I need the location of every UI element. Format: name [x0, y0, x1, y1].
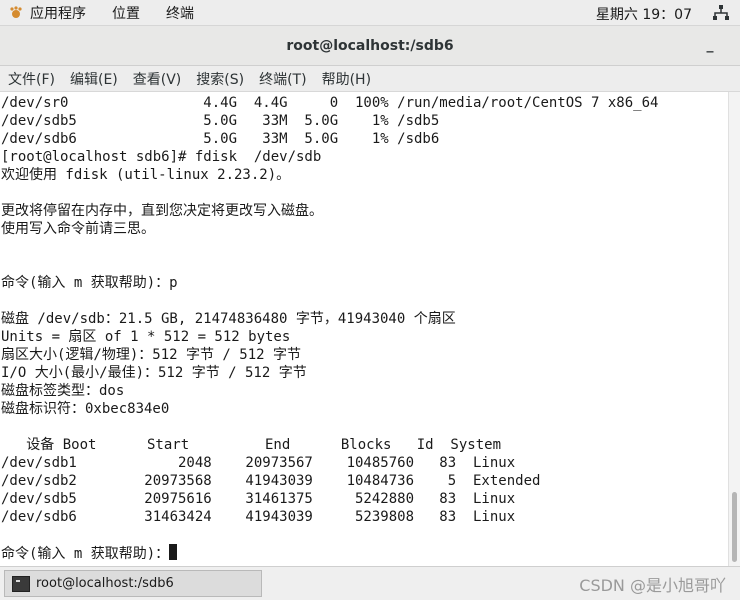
- bottom-taskbar: root@localhost:/sdb6 CSDN @是小旭哥吖: [0, 566, 740, 600]
- terminal-line: I/O 大小(最小/最佳)：512 字节 / 512 字节: [1, 365, 307, 381]
- menu-edit[interactable]: 编辑(E): [70, 69, 118, 89]
- terminal-line: /dev/sdb5 5.0G 33M 5.0G 1% /sdb5: [1, 113, 440, 129]
- terminal-icon: [12, 575, 30, 592]
- text-cursor[interactable]: [169, 544, 178, 560]
- terminal-line: 磁盘标签类型：dos: [1, 383, 125, 399]
- terminal-prompt: 命令(输入 m 获取帮助)：: [1, 546, 170, 562]
- gnome-foot-icon: [10, 5, 22, 18]
- clock[interactable]: 星期六 19：07: [596, 4, 692, 24]
- window-title: root@localhost:/sdb6: [286, 37, 454, 54]
- menu-bar: 文件(F) 编辑(E) 查看(V) 搜索(S) 终端(T) 帮助(H): [0, 66, 740, 92]
- terminal-line: /dev/sdb1 2048 20973567 10485760 83 Linu…: [1, 455, 516, 471]
- watermark: CSDN @是小旭哥吖: [579, 576, 726, 595]
- minimize-button[interactable]: _: [700, 34, 720, 56]
- taskbar-task-label: root@localhost:/sdb6: [36, 576, 174, 591]
- network-icon[interactable]: [712, 4, 730, 22]
- menu-help[interactable]: 帮助(H): [322, 69, 371, 89]
- menu-terminal[interactable]: 终端(T): [259, 69, 306, 89]
- terminal-line: 欢迎使用 fdisk (util-linux 2.23.2)。: [1, 167, 291, 183]
- terminal-app-menu[interactable]: 终端: [166, 3, 194, 23]
- terminal-line: /dev/sr0 4.4G 4.4G 0 100% /run/media/roo…: [1, 95, 659, 111]
- applications-label[interactable]: 应用程序: [30, 3, 86, 23]
- terminal-line: [root@localhost sdb6]# fdisk /dev/sdb: [1, 149, 322, 165]
- terminal-line: 扇区大小(逻辑/物理)：512 字节 / 512 字节: [1, 347, 302, 363]
- taskbar-terminal-window[interactable]: root@localhost:/sdb6: [4, 570, 262, 597]
- window-titlebar[interactable]: root@localhost:/sdb6 _: [0, 26, 740, 66]
- terminal-scrollbar[interactable]: [728, 92, 740, 566]
- terminal-line: /dev/sdb2 20973568 41943039 10484736 5 E…: [1, 473, 541, 489]
- terminal-line: /dev/sdb6 31463424 41943039 5239808 83 L…: [1, 509, 516, 525]
- menu-view[interactable]: 查看(V): [133, 69, 182, 89]
- terminal-line: 命令(输入 m 获取帮助)：p: [1, 275, 178, 291]
- terminal-line: 设备 Boot Start End Blocks Id System: [1, 437, 502, 453]
- terminal-line: 使用写入命令前请三思。: [1, 221, 155, 237]
- terminal-line: Units = 扇区 of 1 * 512 = 512 bytes: [1, 329, 291, 345]
- places-menu[interactable]: 位置: [112, 3, 140, 23]
- terminal-lines: /dev/sr0 4.4G 4.4G 0 100% /run/media/roo…: [0, 92, 728, 563]
- terminal-output[interactable]: /dev/sr0 4.4G 4.4G 0 100% /run/media/roo…: [0, 92, 728, 566]
- terminal-line: 更改将停留在内存中，直到您决定将更改写入磁盘。: [1, 203, 323, 219]
- menu-search[interactable]: 搜索(S): [196, 69, 244, 89]
- menu-file[interactable]: 文件(F): [8, 69, 55, 89]
- terminal-line: /dev/sdb6 5.0G 33M 5.0G 1% /sdb6: [1, 131, 440, 147]
- scrollbar-thumb[interactable]: [732, 492, 737, 562]
- terminal-line: /dev/sdb5 20975616 31461375 5242880 83 L…: [1, 491, 516, 507]
- top-panel: 应用程序 位置 终端 星期六 19：07: [0, 0, 740, 26]
- terminal-line: 磁盘 /dev/sdb：21.5 GB, 21474836480 字节，4194…: [1, 311, 456, 327]
- applications-menu[interactable]: 应用程序: [8, 3, 112, 23]
- terminal-line: 磁盘标识符：0xbec834e0: [1, 401, 170, 417]
